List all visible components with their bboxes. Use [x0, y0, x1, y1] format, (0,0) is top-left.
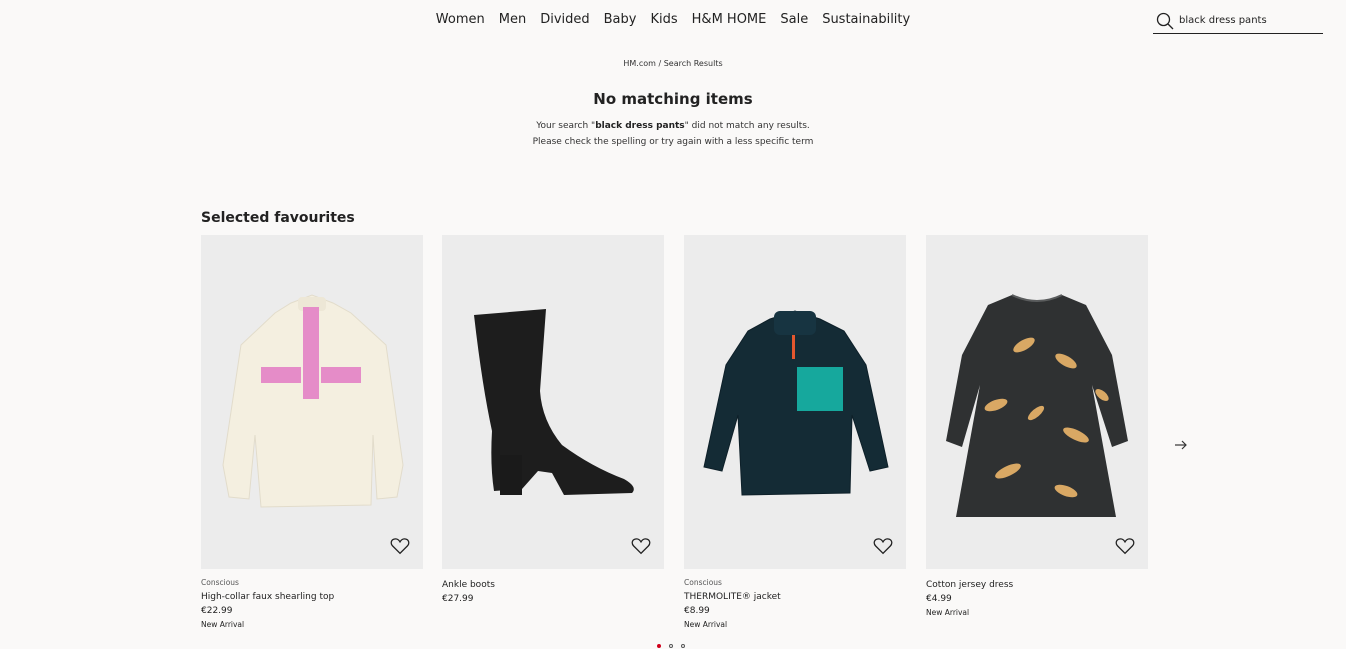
pagination-dot[interactable]: [669, 644, 673, 648]
product-name[interactable]: THERMOLITE® jacket: [684, 589, 906, 605]
product-tag: Conscious: [684, 578, 722, 587]
heart-icon[interactable]: [389, 535, 411, 557]
nav-men[interactable]: Men: [499, 10, 526, 30]
product-marker: New Arrival: [201, 620, 245, 629]
product-card[interactable]: Cotton jersey dress €4.99 New Arrival: [926, 235, 1148, 620]
no-results-message: Your search "black dress pants" did not …: [0, 118, 1346, 150]
arrow-right-icon[interactable]: [1172, 436, 1190, 454]
product-card[interactable]: Ankle boots €27.99: [442, 235, 664, 606]
product-price: €27.99: [442, 594, 474, 604]
heart-icon[interactable]: [1114, 535, 1136, 557]
product-card[interactable]: Conscious THERMOLITE® jacket €8.99 New A…: [684, 235, 906, 632]
product-price: €8.99: [684, 606, 710, 616]
product-meta: Conscious THERMOLITE® jacket €8.99 New A…: [684, 569, 906, 632]
product-marker: New Arrival: [684, 620, 728, 629]
product-tag: Conscious: [201, 578, 239, 587]
nav-sustainability[interactable]: Sustainability: [822, 10, 910, 30]
search-bar: [1153, 8, 1323, 34]
product-image-ankle-boot[interactable]: [442, 235, 664, 569]
product-image-giraffe-dress[interactable]: [926, 235, 1148, 569]
product-name[interactable]: Cotton jersey dress: [926, 577, 1148, 593]
nav-baby[interactable]: Baby: [604, 10, 637, 30]
nav-sale[interactable]: Sale: [780, 10, 808, 30]
product-image-teddy-jacket[interactable]: [684, 235, 906, 569]
product-price: €4.99: [926, 594, 952, 604]
product-meta: Ankle boots €27.99: [442, 569, 664, 606]
main-nav: Women Men Divided Baby Kids H&M HOME Sal…: [0, 10, 1346, 30]
search-icon[interactable]: [1155, 11, 1175, 31]
pagination-dot[interactable]: [681, 644, 685, 648]
breadcrumb: HM.com / Search Results: [623, 59, 723, 68]
no-results-suffix: " did not match any results.: [684, 121, 810, 131]
product-card[interactable]: Conscious High-collar faux shearling top…: [201, 235, 423, 632]
carousel-pagination: [657, 644, 685, 648]
search-input[interactable]: [1179, 15, 1319, 26]
nav-women[interactable]: Women: [436, 10, 485, 30]
section-title: Selected favourites: [201, 210, 355, 226]
nav-hm-home[interactable]: H&M HOME: [692, 10, 767, 30]
no-results-prefix: Your search ": [536, 121, 596, 131]
heart-icon[interactable]: [630, 535, 652, 557]
heart-icon[interactable]: [872, 535, 894, 557]
product-meta: Cotton jersey dress €4.99 New Arrival: [926, 569, 1148, 620]
product-marker: New Arrival: [926, 608, 970, 617]
no-results-title: No matching items: [593, 90, 753, 108]
pagination-dot[interactable]: [657, 644, 661, 648]
no-results-line1: Your search "black dress pants" did not …: [0, 118, 1346, 134]
nav-divided[interactable]: Divided: [540, 10, 589, 30]
product-image-cream-fleece[interactable]: [201, 235, 423, 569]
product-name[interactable]: High-collar faux shearling top: [201, 589, 423, 605]
no-results-line2: Please check the spelling or try again w…: [532, 137, 814, 147]
nav-kids[interactable]: Kids: [650, 10, 677, 30]
product-price: €22.99: [201, 606, 233, 616]
search-query: black dress pants: [595, 121, 685, 131]
product-meta: Conscious High-collar faux shearling top…: [201, 569, 423, 632]
product-name[interactable]: Ankle boots: [442, 577, 664, 593]
